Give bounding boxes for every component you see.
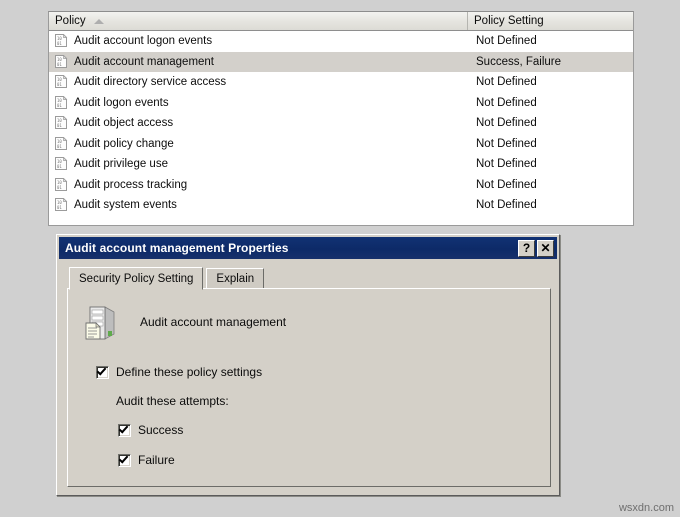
audit-policy-icon: 10 01 [55,34,68,48]
policy-name-cell: 10 01 Audit system events [49,198,468,212]
audit-success-label: Success [138,423,184,437]
policy-name-text: Audit system events [74,199,177,212]
policy-name-cell: 10 01 Audit directory service access [49,75,468,89]
svg-text:01: 01 [57,144,62,149]
security-policy-setting-panel: Audit account management Define these po… [67,288,551,487]
policy-name-cell: 10 01 Audit policy change [49,136,468,151]
policy-setting-cell: Not Defined [476,96,537,109]
dialog-tabstrip: Security Policy Setting Explain [69,267,265,290]
policy-name-text: Audit account logon events [74,35,213,48]
audit-failure-label: Failure [138,453,175,467]
policy-name-label: Audit account management [140,315,287,329]
define-policy-settings-checkbox[interactable]: Define these policy settings [96,364,263,379]
audit-policy-icon: 10 01 [55,54,68,69]
audit-policy-icon: 10 01 [55,198,68,212]
policy-name-cell: 10 01 Audit logon events [49,95,468,110]
tab-security-policy-setting[interactable]: Security Policy Setting [69,267,204,290]
define-policy-settings-checkbox-box [96,364,109,379]
policy-name-text: Audit process tracking [74,178,188,191]
tab-security-policy-setting-label: Security Policy Setting [79,272,194,285]
svg-text:01: 01 [57,164,62,169]
table-row[interactable]: 10 01 Audit privilege use Not Defined [49,154,633,175]
column-header-policy-setting-label: Policy Setting [474,15,544,27]
column-header-policy-setting[interactable]: Policy Setting [468,12,633,30]
policy-name-text: Audit privilege use [74,158,168,171]
policy-setting-cell: Not Defined [476,158,537,171]
audit-failure-checkbox-box [118,452,131,467]
dialog-titlebar[interactable]: Audit account management Properties ? ✕ [59,237,557,259]
audit-attempts-label: Audit these attempts: [116,394,229,408]
table-row[interactable]: 10 01 Audit object access Not Defined [49,113,633,134]
policy-setting-cell: Not Defined [476,76,537,89]
audit-failure-checkbox[interactable]: Failure [118,452,175,467]
policy-name-cell: 10 01 Audit object access [49,116,468,130]
column-header-policy-label: Policy [55,15,86,27]
table-row[interactable]: 10 01 Audit process tracking Not Defined [49,175,633,196]
policy-setting-cell: Not Defined [476,35,537,48]
policy-name-text: Audit account management [74,55,215,68]
policy-name-text: Audit logon events [74,96,169,109]
svg-text:01: 01 [57,62,62,67]
policy-setting-cell: Not Defined [476,137,537,150]
dialog-title: Audit account management Properties [65,241,289,255]
policy-name-text: Audit policy change [74,137,174,150]
svg-text:01: 01 [57,41,62,46]
policy-setting-cell: Not Defined [476,178,537,191]
policy-name-cell: 10 01 Audit account logon events [49,34,468,48]
audit-policy-icon: 10 01 [55,136,68,151]
titlebar-button-group: ? ✕ [518,239,557,257]
policy-name-text: Audit object access [74,117,174,130]
svg-text:01: 01 [57,123,62,128]
svg-text:01: 01 [57,185,62,190]
svg-text:01: 01 [57,103,62,108]
table-row[interactable]: 10 01 Audit directory service access Not De… [49,72,633,93]
policy-setting-cell: Not Defined [476,199,537,212]
watermark: wsxdn.com [618,502,674,514]
audit-success-checkbox-box [118,422,131,437]
audit-policy-properties-dialog: Audit account management Properties ? ✕ … [56,234,560,496]
table-row[interactable]: 10 01 Audit system events Not Defined [49,195,633,216]
audit-policy-icon: 10 01 [55,116,68,130]
define-policy-settings-label: Define these policy settings [116,365,263,379]
audit-policy-icon: 10 01 [55,177,68,192]
table-row[interactable]: 10 01 Audit account management Success, Fai… [49,51,633,72]
policy-setting-cell: Success, Failure [476,55,562,68]
policy-name-cell: 10 01 Audit process tracking [49,177,468,192]
sort-ascending-arrow-icon [93,18,104,24]
policy-identity-block: Audit account management [84,303,286,341]
server-policy-icon [85,306,115,340]
table-row[interactable]: 10 01 Audit account logon events Not Define… [49,31,633,52]
svg-text:01: 01 [57,205,62,210]
table-row[interactable]: 10 01 Audit policy change Not Defined [49,134,633,155]
close-button[interactable]: ✕ [537,239,554,257]
tab-explain-label: Explain [216,272,255,285]
policy-setting-cell: Not Defined [476,117,537,130]
column-header-policy[interactable]: Policy [49,12,468,30]
list-column-header-row: Policy Policy Setting [49,12,633,31]
tab-explain[interactable]: Explain [206,268,265,289]
audit-success-checkbox[interactable]: Success [118,422,184,437]
help-button[interactable]: ? [518,239,535,257]
audit-policy-icon: 10 01 [55,157,68,171]
audit-policy-icon: 10 01 [55,95,68,110]
policy-list-body: 10 01 Audit account logon events Not Define… [49,31,633,216]
screen: Policy Policy Setting 10 01 Audit account … [0,0,680,517]
policy-name-cell: 10 01 Audit privilege use [49,157,468,171]
table-row[interactable]: 10 01 Audit logon events Not Defined [49,93,633,114]
policy-name-cell: 10 01 Audit account management [49,54,468,69]
svg-text:01: 01 [57,82,62,87]
policy-name-text: Audit directory service access [74,76,227,89]
policy-list-panel: Policy Policy Setting 10 01 Audit account … [48,11,634,226]
audit-policy-icon: 10 01 [55,75,68,89]
